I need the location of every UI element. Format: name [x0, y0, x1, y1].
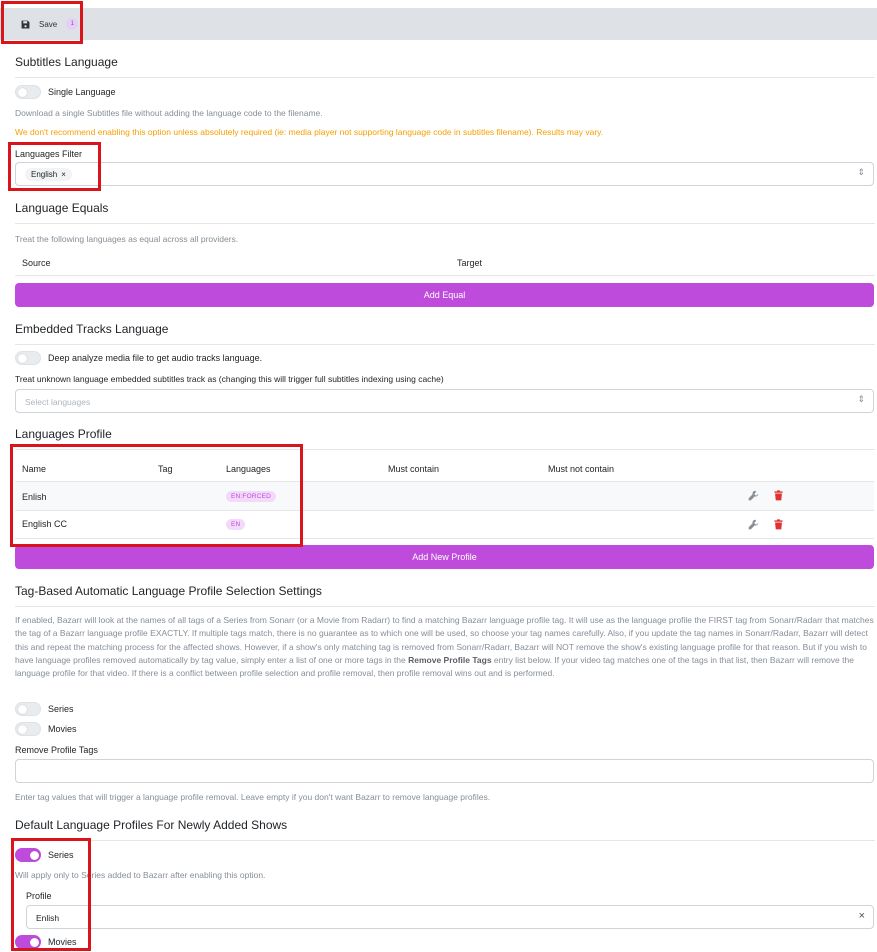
- select-placeholder: Select languages: [25, 397, 91, 407]
- subtitles-language-title: Subtitles Language: [15, 55, 118, 69]
- trash-icon[interactable]: [773, 519, 784, 530]
- select-chevron-icon: ⇕: [857, 167, 865, 177]
- wrench-icon[interactable]: [748, 490, 759, 501]
- language-badge: EN: [226, 519, 246, 530]
- profile-label: Profile: [26, 891, 52, 901]
- table-row[interactable]: Enlish EN:FORCED: [15, 481, 874, 510]
- clear-icon[interactable]: ×: [859, 911, 865, 922]
- remove-profile-tags-input[interactable]: [15, 759, 874, 783]
- col-languages: Languages: [226, 464, 271, 474]
- default-series-desc: Will apply only to Series added to Bazar…: [15, 870, 266, 880]
- divider: [15, 606, 875, 607]
- tag-based-desc: If enabled, Bazarr will look at the name…: [15, 614, 875, 680]
- single-language-label: Single Language: [48, 87, 116, 97]
- default-movies-label: Movies: [48, 937, 77, 947]
- save-button[interactable]: Save 1: [13, 10, 86, 38]
- remove-profile-tags-desc: Enter tag values that will trigger a lan…: [15, 792, 491, 802]
- add-equal-button[interactable]: Add Equal: [15, 283, 874, 307]
- default-series-profile-select[interactable]: Enlish ×: [26, 905, 874, 929]
- default-series-label: Series: [48, 850, 74, 860]
- profile-value: Enlish: [36, 913, 60, 923]
- tag-series-toggle[interactable]: [15, 702, 41, 716]
- col-source: Source: [22, 258, 51, 268]
- save-count-badge: 1: [66, 18, 79, 30]
- languages-profile-title: Languages Profile: [15, 427, 112, 441]
- table-row[interactable]: English CC EN: [15, 510, 874, 539]
- divider: [15, 275, 875, 276]
- chip-label: English: [31, 170, 58, 179]
- remove-profile-tags-label: Remove Profile Tags: [15, 745, 98, 755]
- single-language-toggle[interactable]: [15, 85, 41, 99]
- language-equals-desc: Treat the following languages as equal a…: [15, 234, 239, 244]
- profile-name: Enlish: [22, 492, 47, 502]
- col-must-not-contain: Must not contain: [548, 464, 615, 474]
- unknown-language-select[interactable]: Select languages ⇕: [15, 389, 874, 413]
- embedded-tracks-title: Embedded Tracks Language: [15, 322, 169, 336]
- single-language-warning: We don't recommend enabling this option …: [15, 127, 604, 137]
- select-chevron-icon: ⇕: [857, 394, 865, 404]
- language-chip: English ×: [25, 168, 72, 181]
- wrench-icon[interactable]: [748, 519, 759, 530]
- divider: [15, 344, 875, 345]
- divider: [15, 840, 875, 841]
- tag-based-title: Tag-Based Automatic Language Profile Sel…: [15, 584, 322, 598]
- default-series-toggle[interactable]: [15, 848, 41, 862]
- default-profiles-title: Default Language Profiles For Newly Adde…: [15, 818, 288, 832]
- desc-bold: Remove Profile Tags: [408, 654, 492, 665]
- deep-analyze-label: Deep analyze media file to get audio tra…: [48, 353, 263, 363]
- toolbar: Save 1: [0, 8, 877, 40]
- tag-movies-toggle[interactable]: [15, 722, 41, 736]
- tag-movies-label: Movies: [48, 724, 77, 734]
- languages-filter-label: Languages Filter: [15, 149, 83, 159]
- divider: [15, 77, 875, 78]
- save-icon: [21, 20, 30, 28]
- single-language-desc: Download a single Subtitles file without…: [15, 108, 323, 118]
- divider: [15, 449, 875, 450]
- languages-filter-select[interactable]: English × ⇕: [15, 162, 874, 186]
- col-must-contain: Must contain: [388, 464, 440, 474]
- language-badge: EN:FORCED: [226, 491, 277, 502]
- col-tag: Tag: [158, 464, 173, 474]
- unknown-language-label: Treat unknown language embedded subtitle…: [15, 374, 444, 384]
- tag-series-label: Series: [48, 704, 74, 714]
- add-new-profile-button[interactable]: Add New Profile: [15, 545, 874, 569]
- profile-name: English CC: [22, 519, 68, 529]
- divider: [15, 223, 875, 224]
- col-name: Name: [22, 464, 47, 474]
- language-equals-title: Language Equals: [15, 201, 109, 215]
- save-label: Save: [39, 19, 58, 29]
- default-movies-toggle[interactable]: [15, 935, 41, 949]
- deep-analyze-toggle[interactable]: [15, 351, 41, 365]
- chip-remove-icon[interactable]: ×: [61, 170, 66, 179]
- trash-icon[interactable]: [773, 490, 784, 501]
- col-target: Target: [457, 258, 483, 268]
